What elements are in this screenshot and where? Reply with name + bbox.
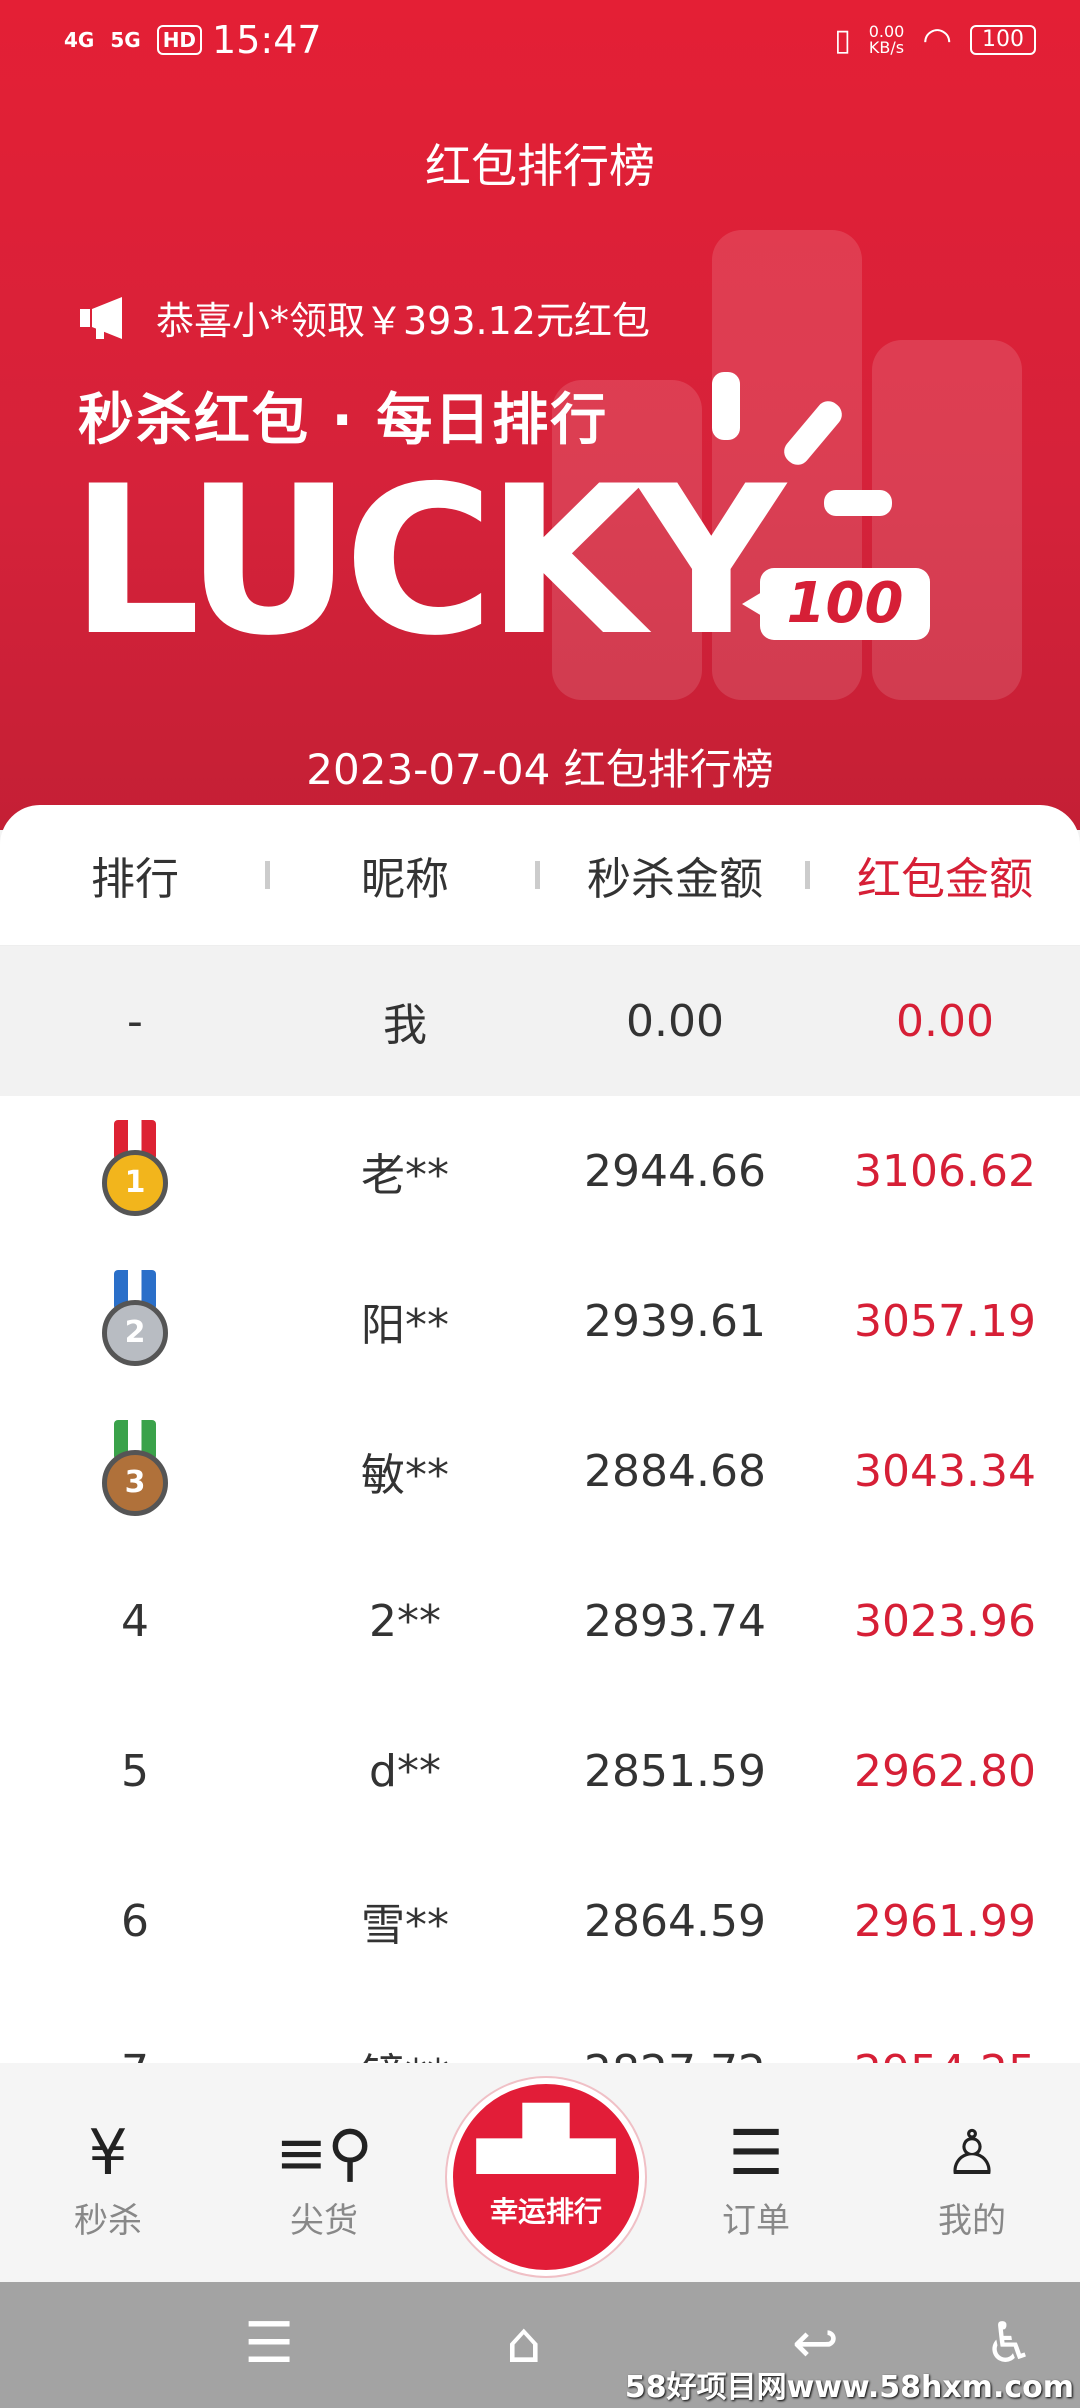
bronze-medal-disc: 3 [102, 1449, 168, 1516]
silver-medal-disc: 2 [102, 1299, 168, 1366]
nickname-cell: 阳** [361, 1300, 449, 1351]
net-speed: 0.00 KB/s [869, 24, 905, 56]
signal-5g-icon: 5G [110, 28, 141, 52]
status-bar: 4G 5G HD 15:47 ▯ 0.00 KB/s ◠ 100 [64, 14, 1036, 66]
spark-line-3 [824, 490, 892, 516]
hd-icon: HD [156, 25, 203, 55]
yen-bag-icon: ¥ [88, 2116, 128, 2189]
clock: 15:47 [212, 18, 322, 62]
seckill-cell: 2944.66 [584, 1145, 766, 1197]
redpacket-cell: 3023.96 [854, 1595, 1036, 1647]
date-title: 2023-07-04 红包排行榜 [306, 745, 774, 794]
lucky-logo: LUCKY [70, 443, 786, 681]
nickname-cell: 雪** [361, 1900, 449, 1951]
signal-4g-icon: 4G [64, 28, 95, 52]
seckill-cell: 2851.59 [584, 1745, 766, 1797]
silver-medal-icon: 2 [102, 1269, 168, 1366]
table-row[interactable]: 3 敏** 2884.68 3043.34 [0, 1396, 1080, 1546]
home-icon[interactable]: ⌂ [506, 2316, 542, 2372]
tab-goods-label: 尖货 [290, 2201, 358, 2241]
seckill-cell: 2939.61 [584, 1295, 766, 1347]
search-list-icon: ≡⚲ [275, 2116, 373, 2189]
redpacket-cell: 3043.34 [854, 1445, 1036, 1497]
spark-line-1 [712, 372, 740, 440]
menu-icon[interactable]: ☰ [244, 2316, 294, 2372]
table-row[interactable]: 7 镜** 2827.72 2954.25 [0, 1996, 1080, 2066]
header-nickname[interactable]: 昵称 [270, 843, 540, 907]
orders-list-icon: ☰ [728, 2116, 784, 2189]
winner-notice: 恭喜小*领取￥393.12元红包 [78, 290, 650, 345]
megaphone-icon [80, 296, 122, 339]
deco-bar-right [872, 340, 1022, 700]
page-title: 红包排行榜 [425, 139, 655, 193]
seckill-cell: 2864.59 [584, 1895, 766, 1947]
seckill-cell: 2884.68 [584, 1445, 766, 1497]
nickname-cell: 敏** [361, 1450, 449, 1501]
system-nav-bar: ☰ ⌂ ↩ ♿ 58好项目网www.58hxm.com [0, 2282, 1080, 2408]
header-separator [265, 861, 270, 889]
notice-text: 恭喜小*领取￥393.12元红包 [156, 299, 650, 343]
rank-cell: 3 [0, 1419, 270, 1523]
header-rank[interactable]: 排行 [0, 843, 270, 907]
tab-lucky-rank[interactable]: ▄█▄ 幸运排行 [447, 2078, 645, 2276]
table-header: 排行 昵称 秒杀金额 红包金额 [0, 805, 1080, 946]
tab-seckill[interactable]: ¥ 秒杀 [38, 2113, 178, 2242]
redpacket-cell: 3106.62 [854, 1145, 1036, 1197]
seckill-cell: 2893.74 [584, 1595, 766, 1647]
tab-mine[interactable]: ♙ 我的 [902, 2113, 1042, 2242]
hero-banner: 4G 5G HD 15:47 ▯ 0.00 KB/s ◠ 100 红包排行榜 恭… [0, 0, 1080, 830]
redpacket-cell: 2962.80 [854, 1745, 1036, 1797]
watermark-text: 58好项目网www.58hxm.com [624, 2370, 1074, 2405]
rank-cell: 6 [121, 1895, 149, 1947]
nickname-cell: 2** [369, 1595, 441, 1647]
rank-cell: 1 [0, 1119, 270, 1223]
table-row[interactable]: 4 2** 2893.74 3023.96 [0, 1546, 1080, 1696]
header-separator [805, 861, 810, 889]
table-row[interactable]: 6 雪** 2864.59 2961.99 [0, 1846, 1080, 1996]
tab-lucky-rank-label: 幸运排行 [489, 2195, 602, 2228]
my-rank-row[interactable]: - 我 0.00 0.00 [0, 946, 1080, 1096]
tab-mine-label: 我的 [938, 2201, 1006, 2241]
rank-cell: 4 [121, 1595, 149, 1647]
ranking-panel: 排行 昵称 秒杀金额 红包金额 - 我 0.00 0.00 1 老** 2944… [0, 805, 1080, 2065]
gold-medal-icon: 1 [102, 1119, 168, 1216]
nickname-cell: 我 [383, 1000, 427, 1051]
seckill-cell: 0.00 [626, 995, 724, 1047]
net-speed-unit: KB/s [868, 38, 905, 57]
tab-orders-label: 订单 [722, 2201, 790, 2241]
rank-cell: 5 [121, 1745, 149, 1797]
redpacket-cell: 0.00 [896, 995, 994, 1047]
redpacket-cell: 2961.99 [854, 1895, 1036, 1947]
nickname-cell: d** [369, 1745, 441, 1797]
redpacket-cell: 3057.19 [854, 1295, 1036, 1347]
rank-cell: - [127, 995, 143, 1047]
podium-icon: ▄█▄ [476, 2104, 616, 2174]
nickname-cell: 镜** [270, 2039, 540, 2065]
header-redpacket-amount[interactable]: 红包金额 [810, 843, 1080, 907]
rank-cell: 2 [0, 1269, 270, 1373]
header-separator [535, 861, 540, 889]
nickname-cell: 老** [361, 1150, 449, 1201]
header-seckill-amount[interactable]: 秒杀金额 [540, 843, 810, 907]
user-icon: ♙ [944, 2116, 1000, 2189]
tab-seckill-label: 秒杀 [74, 2201, 142, 2241]
vibrate-icon: ▯ [834, 22, 851, 58]
gold-medal-disc: 1 [102, 1149, 168, 1216]
logo-100-badge: 100 [742, 568, 930, 640]
table-row[interactable]: 1 老** 2944.66 3106.62 [0, 1096, 1080, 1246]
tab-orders[interactable]: ☰ 订单 [686, 2113, 826, 2242]
tab-goods[interactable]: ≡⚲ 尖货 [254, 2113, 394, 2242]
table-row[interactable]: 5 d** 2851.59 2962.80 [0, 1696, 1080, 1846]
battery-icon: 100 [970, 25, 1036, 55]
table-row[interactable]: 2 阳** 2939.61 3057.19 [0, 1246, 1080, 1396]
wifi-icon: ◠ [922, 20, 952, 60]
bronze-medal-icon: 3 [102, 1419, 168, 1516]
